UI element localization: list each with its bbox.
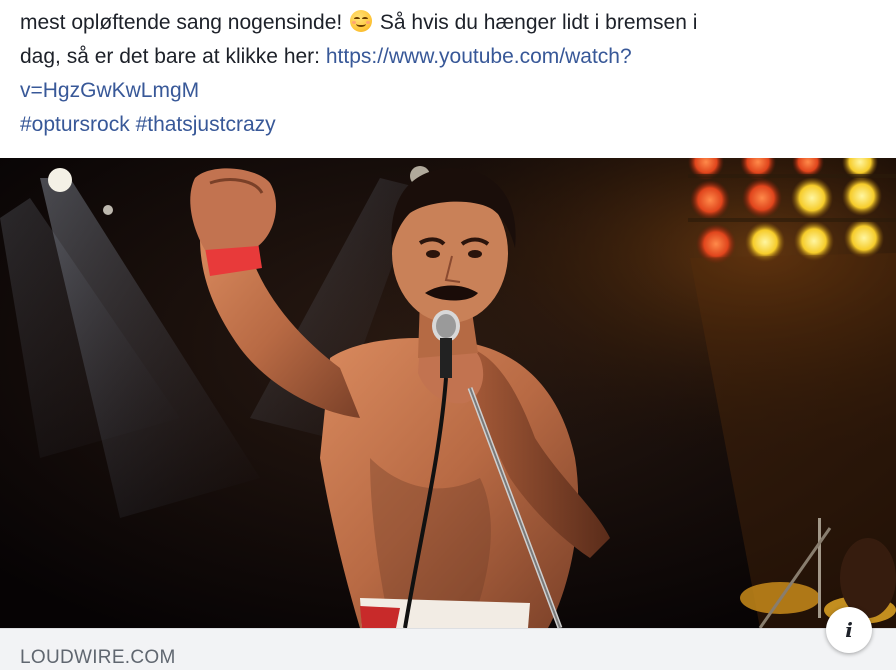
post-text-line-1-continued: Så hvis du hænger lidt i bremsen i: [374, 11, 698, 34]
hashtag-optursrock[interactable]: #optursrock: [20, 113, 130, 136]
info-icon: i: [845, 618, 853, 642]
post-text-line-2: dag, så er det bare at klikke her:: [20, 45, 326, 68]
youtube-link[interactable]: https://www.youtube.com/watch?: [326, 45, 632, 68]
post-text-line-1: mest opløftende sang nogensinde!: [20, 11, 343, 34]
hashtag-thatsjustcrazy[interactable]: #thatsjustcrazy: [136, 113, 276, 136]
post-text: mest opløftende sang nogensinde! Så hvis…: [20, 6, 880, 142]
link-source-domain: LOUDWIRE.COM: [20, 647, 176, 668]
concert-photo: [0, 158, 896, 628]
link-preview-image[interactable]: [0, 158, 896, 628]
smiling-face-emoji-icon: [350, 10, 373, 32]
link-source-bar[interactable]: LOUDWIRE.COM: [0, 628, 896, 670]
info-button[interactable]: i: [826, 607, 872, 653]
youtube-link-continued[interactable]: v=HgzGwKwLmgM: [20, 79, 199, 102]
